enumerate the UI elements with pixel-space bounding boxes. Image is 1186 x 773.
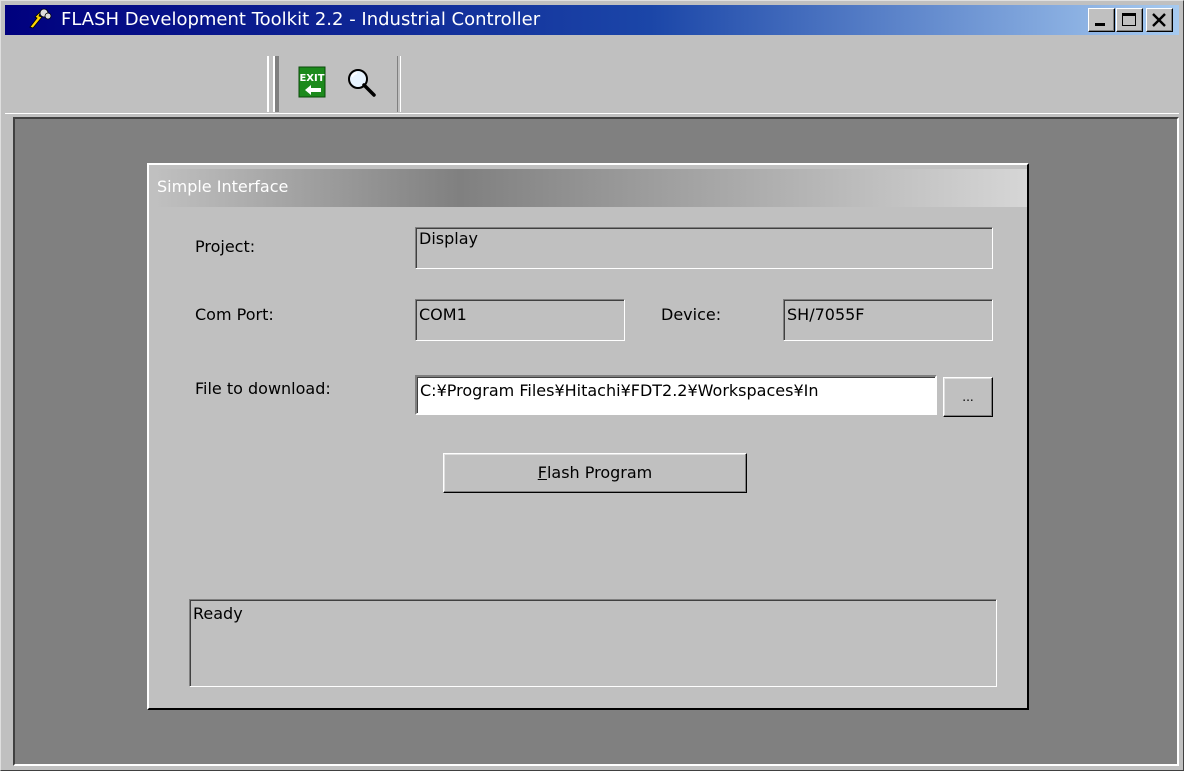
device-label: Device: xyxy=(661,305,722,324)
close-button[interactable] xyxy=(1146,8,1173,32)
project-field: Display xyxy=(415,227,993,269)
flash-label: lash Program xyxy=(546,463,653,482)
close-icon xyxy=(1152,13,1166,27)
device-field: SH/7055F xyxy=(783,299,993,341)
flash-mnemonic: F xyxy=(537,463,547,482)
maximize-button[interactable] xyxy=(1116,8,1143,32)
simple-interface-panel: Simple Interface Project: Display Com Po… xyxy=(147,163,1029,710)
panel-title: Simple Interface xyxy=(157,177,289,196)
caption-buttons xyxy=(1088,8,1175,32)
maximize-icon xyxy=(1122,13,1136,26)
exit-icon: EXIT xyxy=(298,66,326,98)
flash-program-button[interactable]: Flash Program xyxy=(443,453,747,493)
panel-title-bar: Simple Interface xyxy=(155,169,1027,207)
toolbar-separator xyxy=(397,56,401,112)
window-title: FLASH Development Toolkit 2.2 - Industri… xyxy=(61,9,541,30)
zoom-button[interactable] xyxy=(343,65,379,99)
file-path-input[interactable]: C:¥Program Files¥Hitachi¥FDT2.2¥Workspac… xyxy=(415,375,937,415)
app-window: FLASH Development Toolkit 2.2 - Industri… xyxy=(0,0,1184,771)
com-port-field: COM1 xyxy=(415,299,625,341)
status-box: Ready xyxy=(189,599,997,687)
browse-button[interactable]: ... xyxy=(943,377,993,417)
com-port-label: Com Port: xyxy=(195,305,274,324)
exit-text: EXIT xyxy=(299,73,324,84)
toolbar xyxy=(5,37,1179,114)
minimize-button[interactable] xyxy=(1088,8,1115,32)
magnifier-icon xyxy=(348,69,376,97)
file-label: File to download: xyxy=(195,379,331,398)
project-label: Project: xyxy=(195,237,256,256)
title-bar[interactable]: FLASH Development Toolkit 2.2 - Industri… xyxy=(5,5,1179,35)
exit-button[interactable]: EXIT xyxy=(297,65,333,99)
toolbar-grip-inner xyxy=(273,56,279,112)
minimize-icon xyxy=(1095,23,1105,26)
flash-toolkit-icon xyxy=(29,8,52,29)
